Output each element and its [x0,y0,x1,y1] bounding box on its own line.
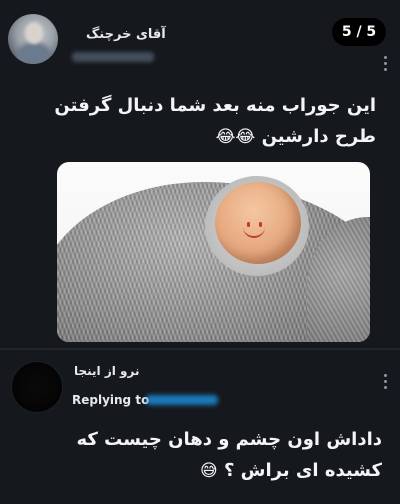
avatar[interactable] [8,14,58,64]
tweet-text: داداش اون چشم و دهان چیست که کشیده ای بر… [22,424,382,487]
more-options-icon[interactable] [384,56,388,71]
tweet-photo[interactable] [57,162,370,342]
tweet-text-line-2: طرح دارشین 😂😂 [36,121,376,153]
more-options-icon[interactable] [384,374,388,389]
avatar-face-shape [25,22,43,44]
replying-to-label: Replying to [72,393,150,407]
tweet-original[interactable]: آقای خرچنگ 5 / 5 این جوراب منه بعد شما د… [0,0,400,348]
tweet-text-line-2: کشیده ای براش ؟ 😅 [22,455,382,487]
tweet-text-line-1: این جوراب منه بعد شما دنبال گرفتن [54,95,376,116]
author-name[interactable]: نرو از اینجا [74,364,139,378]
toe-mouth [243,226,265,238]
avatar[interactable] [12,362,62,412]
laughing-tears-emoji-icon: 😂😂 [215,127,256,147]
tweet-text-line-1: داداش اون چشم و دهان چیست که [76,429,382,450]
tweet-text-line-2-text: طرح دارشین [261,126,376,147]
tweet-text-line-2-text: کشیده ای براش ؟ [223,460,382,481]
tweet-text: این جوراب منه بعد شما دنبال گرفتن طرح دا… [36,90,376,153]
toe-smiley-shape [215,182,301,264]
author-handle-blurred [72,52,154,62]
divider [0,348,400,350]
replying-to-handle-blurred[interactable] [146,395,218,405]
image-pager-badge: 5 / 5 [332,18,386,46]
author-name[interactable]: آقای خرچنگ [86,27,166,42]
avatar-body-shape [16,42,52,64]
sweat-smile-emoji-icon: 😅 [199,461,218,481]
